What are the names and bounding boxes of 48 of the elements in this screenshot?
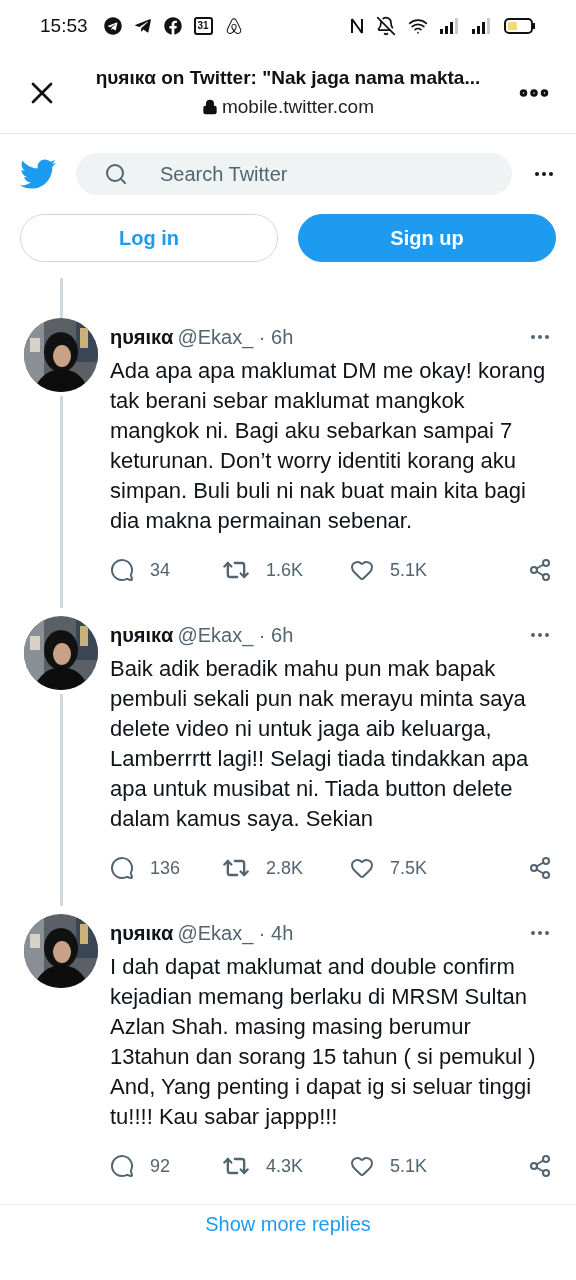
retweet-count: 4.3K xyxy=(266,1154,304,1178)
retweet-count: 1.6K xyxy=(266,558,304,582)
tweet-text: I dah dapat maklumat and double confirm kejadian memang berlaku di MRSM Sultan Azlan Shah. masing masing berumur 13tahun dan sorang 15 tahun ( si pemukul ) And, Yang penting i dapat ig si seluar tinggi tu!!!! Kau sabar jappp!!! xyxy=(110,953,537,1131)
author-name: ηυяιкα xyxy=(110,921,174,946)
like-count: 7.5K xyxy=(390,856,428,880)
like-icon[interactable] xyxy=(350,558,374,582)
lock-icon xyxy=(201,98,218,115)
page-url: mobile.twitter.com xyxy=(221,94,374,119)
page-title: ηυяιкα on Twitter: "Nak jaga nama makta... xyxy=(95,66,481,90)
signal-icon xyxy=(440,18,460,34)
clock-time: 15:53 xyxy=(40,13,88,38)
reply-count: 92 xyxy=(150,1154,171,1178)
log-in-button[interactable]: Log in xyxy=(20,214,278,262)
calendar-icon: 31 xyxy=(193,17,213,35)
search-field[interactable]: Search Twitter xyxy=(76,153,512,195)
facebook-icon xyxy=(163,17,182,35)
reply-icon[interactable] xyxy=(110,558,134,582)
like-count: 5.1K xyxy=(390,1154,428,1178)
share-icon[interactable] xyxy=(528,558,552,582)
battery-icon xyxy=(504,18,536,34)
share-icon[interactable] xyxy=(528,856,552,880)
retweet-count: 2.8K xyxy=(266,856,304,880)
reply-count: 34 xyxy=(150,558,171,582)
author-handle: @Ekax_ · 6h xyxy=(177,325,294,351)
author-name: ηυяιкα xyxy=(110,623,174,648)
share-icon[interactable] xyxy=(528,1154,552,1178)
author-name: ηυяιкα xyxy=(110,325,174,350)
airbnb-icon xyxy=(224,17,243,35)
signal-icon xyxy=(472,18,492,34)
tweet-text: Ada apa apa maklumat DM me okay! korang tak berani sebar maklumat mangkok mangkok ni. Bagi aku sebarkan sampai 7 keturunan. Don’t worry identiti korang aku simpan. Buli buli ni nak buat main kita bagi dia makna permainan sebenar. xyxy=(110,357,547,535)
nfc-icon xyxy=(350,17,364,35)
sign-up-button[interactable]: Sign up xyxy=(298,214,556,262)
show-more-link[interactable]: Show more replies xyxy=(205,1209,371,1239)
search-icon xyxy=(104,162,128,186)
reply-icon[interactable] xyxy=(110,856,134,880)
wifi-icon xyxy=(408,16,428,36)
reply-count: 136 xyxy=(150,856,181,880)
muted-bell-icon xyxy=(376,16,396,36)
paper-plane-icon xyxy=(133,17,152,35)
author-handle: @Ekax_ · 6h xyxy=(177,623,294,649)
bird-logo-icon[interactable] xyxy=(20,156,56,192)
telegram-icon xyxy=(103,17,122,35)
like-count: 5.1K xyxy=(390,558,428,582)
reply-icon[interactable] xyxy=(110,1154,134,1178)
author-handle: @Ekax_ · 4h xyxy=(177,921,294,947)
like-icon[interactable] xyxy=(350,1154,374,1178)
tweet-text: Baik adik beradik mahu pun mak bapak pembuli sekali pun nak merayu minta saya delete video ni untuk jaga aib keluarga, Lamberrrtt lagi!! Selagi tiada tindakkan apa apa untuk musibat ni. Tiada button delete dalam kamus saya. Sekian xyxy=(110,655,530,833)
like-icon[interactable] xyxy=(350,856,374,880)
